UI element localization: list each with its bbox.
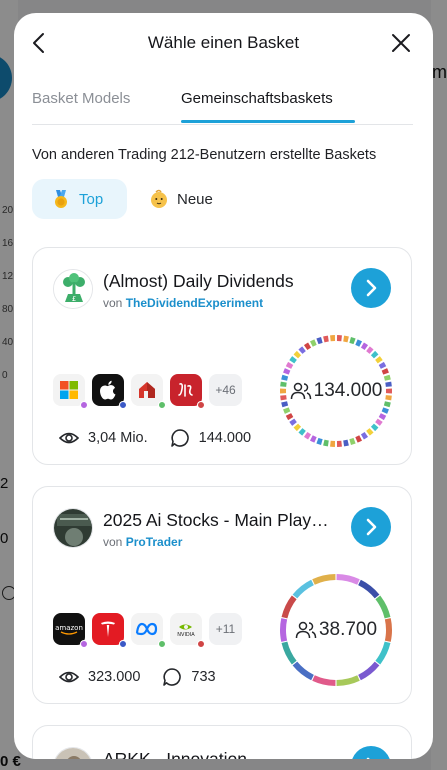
modal-header: Wähle einen Basket bbox=[14, 13, 433, 75]
modal-title: Wähle einen Basket bbox=[147, 33, 300, 52]
tesla-icon bbox=[101, 621, 115, 637]
filter-new-chip[interactable]: Neue bbox=[144, 179, 234, 219]
basket-card[interactable]: £ (Almost) Daily Dividends von TheDivide… bbox=[32, 247, 412, 465]
followers-count: 38.700 bbox=[279, 573, 393, 687]
comment-icon bbox=[170, 429, 189, 447]
eye-icon bbox=[59, 432, 79, 444]
user-photo-icon bbox=[54, 748, 92, 759]
tab-community-baskets[interactable]: Gemeinschaftsbaskets bbox=[181, 90, 333, 107]
amazon-logo: amazon bbox=[53, 613, 88, 648]
background-axis-tick: 80 bbox=[2, 304, 14, 315]
basket-avatar: £ bbox=[53, 269, 93, 309]
close-icon bbox=[392, 34, 410, 52]
script-logo-icon bbox=[178, 383, 193, 397]
logo-dot bbox=[119, 401, 127, 409]
basket-picker-modal: Wähle einen Basket Basket Models Gemeins… bbox=[14, 13, 433, 759]
filter-new-label: Neue bbox=[177, 190, 213, 208]
active-tab-indicator bbox=[181, 120, 355, 123]
comments-count: 144.000 bbox=[198, 430, 252, 446]
author-handle[interactable]: ProTrader bbox=[126, 535, 183, 549]
chevron-right-icon bbox=[366, 279, 377, 297]
cvs-logo bbox=[170, 374, 205, 409]
holdings-logos: amazon NVIDIA +11 bbox=[53, 613, 242, 648]
comments-count: 733 bbox=[191, 669, 216, 685]
author-prefix: von bbox=[103, 296, 123, 310]
background-axis-tick: 40 bbox=[2, 337, 14, 348]
svg-text:amazon: amazon bbox=[55, 624, 83, 632]
filter-top-chip[interactable]: Top bbox=[32, 179, 127, 219]
basket-stats: 3,04 Mio. 144.000 bbox=[59, 428, 251, 448]
followers-value: 134.000 bbox=[313, 380, 383, 401]
amazon-icon: amazon bbox=[55, 624, 83, 635]
house-icon bbox=[139, 382, 155, 398]
logo-dot bbox=[197, 640, 205, 648]
followers-count: 134.000 bbox=[279, 334, 393, 448]
background-axis-tick: 16 bbox=[2, 238, 14, 249]
author-prefix: von bbox=[103, 535, 123, 549]
money-tree-icon: £ bbox=[54, 270, 92, 308]
background-axis-tick: 0 bbox=[2, 370, 8, 381]
close-button[interactable] bbox=[389, 31, 413, 55]
background-text: m bbox=[432, 62, 447, 82]
chevron-right-icon bbox=[366, 518, 377, 536]
logo-dot bbox=[158, 640, 166, 648]
eye-icon bbox=[59, 671, 79, 683]
views-count: 3,04 Mio. bbox=[88, 430, 148, 446]
logo-dot bbox=[119, 640, 127, 648]
tesla-logo bbox=[92, 613, 127, 648]
basket-author: von TheDividendExperiment bbox=[103, 296, 263, 310]
nvidia-logo: NVIDIA bbox=[170, 613, 205, 648]
meta-icon bbox=[135, 622, 158, 636]
microsoft-icon bbox=[60, 381, 78, 399]
followers-icon bbox=[295, 621, 317, 639]
background-value: 0 bbox=[0, 530, 9, 547]
more-holdings-count: +46 bbox=[209, 374, 242, 406]
logo-dot bbox=[158, 401, 166, 409]
open-basket-button[interactable] bbox=[351, 507, 391, 547]
basket-author: von ProTrader bbox=[103, 535, 182, 549]
logo-dot bbox=[80, 401, 88, 409]
background-axis-tick: 20 bbox=[2, 205, 14, 216]
filter-chips: Top Neue bbox=[32, 179, 433, 219]
author-handle[interactable]: TheDividendExperiment bbox=[126, 296, 263, 310]
filter-top-label: Top bbox=[79, 190, 104, 208]
background-balance: 0 € bbox=[0, 753, 21, 770]
basket-avatar bbox=[53, 508, 93, 548]
open-basket-button[interactable] bbox=[351, 268, 391, 308]
basket-card[interactable]: ARKK - Innovation bbox=[32, 725, 412, 759]
medal-icon bbox=[55, 190, 67, 208]
background-axis-tick: 12 bbox=[2, 271, 14, 282]
logo-dot bbox=[80, 640, 88, 648]
tab-bar: Basket Models Gemeinschaftsbaskets bbox=[32, 75, 413, 125]
views-count: 323.000 bbox=[88, 669, 141, 685]
tab-basket-models[interactable]: Basket Models bbox=[32, 90, 130, 107]
logo-dot bbox=[197, 401, 205, 409]
holdings-logos: +46 bbox=[53, 374, 242, 409]
section-subtitle: Von anderen Trading 212-Benutzern erstel… bbox=[32, 147, 377, 163]
background-value: 2 bbox=[0, 475, 9, 492]
followers-icon bbox=[290, 382, 311, 400]
chevron-right-icon bbox=[366, 757, 370, 759]
basket-avatar bbox=[53, 747, 93, 759]
followers-value: 38.700 bbox=[318, 619, 378, 640]
microsoft-logo bbox=[53, 374, 88, 409]
svg-text:NVIDIA: NVIDIA bbox=[177, 632, 195, 638]
realty-income-logo bbox=[131, 374, 166, 409]
nvidia-icon: NVIDIA bbox=[177, 624, 195, 638]
comment-icon bbox=[163, 668, 182, 686]
apple-logo bbox=[92, 374, 127, 409]
basket-title: ARKK - Innovation bbox=[103, 749, 247, 759]
apple-icon bbox=[100, 380, 116, 400]
baby-face-icon bbox=[151, 189, 167, 208]
open-basket-button[interactable] bbox=[351, 746, 391, 759]
basket-title: 2025 Ai Stocks - Main Play… bbox=[103, 510, 329, 530]
meta-logo bbox=[131, 613, 166, 648]
basket-card[interactable]: 2025 Ai Stocks - Main Play… von ProTrade… bbox=[32, 486, 412, 704]
background-right-panel bbox=[431, 0, 447, 770]
basket-title: (Almost) Daily Dividends bbox=[103, 271, 294, 291]
basket-stats: 323.000 733 bbox=[59, 667, 216, 687]
svg-text:£: £ bbox=[72, 295, 76, 303]
more-holdings-count: +11 bbox=[209, 613, 242, 645]
user-photo-icon bbox=[54, 509, 92, 547]
